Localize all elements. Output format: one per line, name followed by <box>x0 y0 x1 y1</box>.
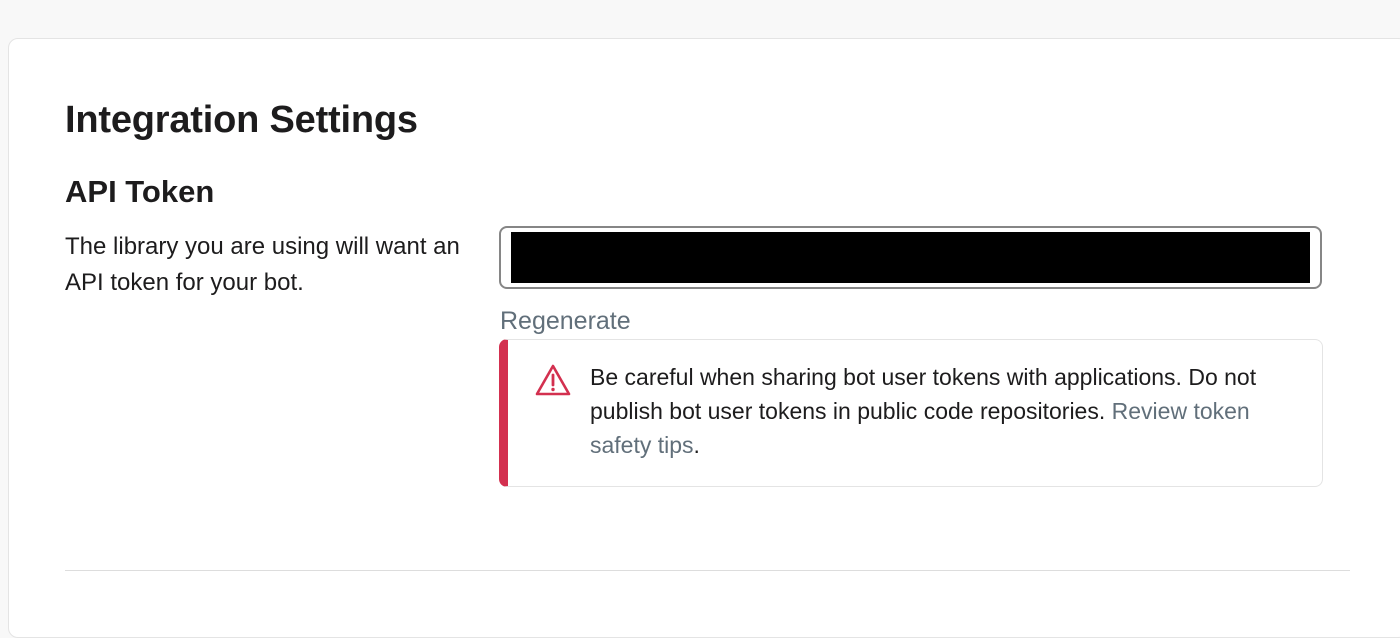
token-warning-banner: Be careful when sharing bot user tokens … <box>499 339 1323 487</box>
regenerate-link[interactable]: Regenerate <box>500 305 631 337</box>
warning-text-end: . <box>693 432 700 458</box>
api-token-description: The library you are using will want an A… <box>65 233 460 296</box>
page-title: Integration Settings <box>65 99 418 141</box>
api-token-heading: API Token <box>65 174 215 209</box>
api-token-field[interactable] <box>499 226 1322 289</box>
warning-message: Be careful when sharing bot user tokens … <box>590 360 1290 462</box>
section-divider <box>65 570 1350 571</box>
warning-triangle-icon <box>534 363 572 397</box>
token-redaction <box>511 232 1310 283</box>
settings-card: Integration Settings API Token The libra… <box>8 38 1400 638</box>
